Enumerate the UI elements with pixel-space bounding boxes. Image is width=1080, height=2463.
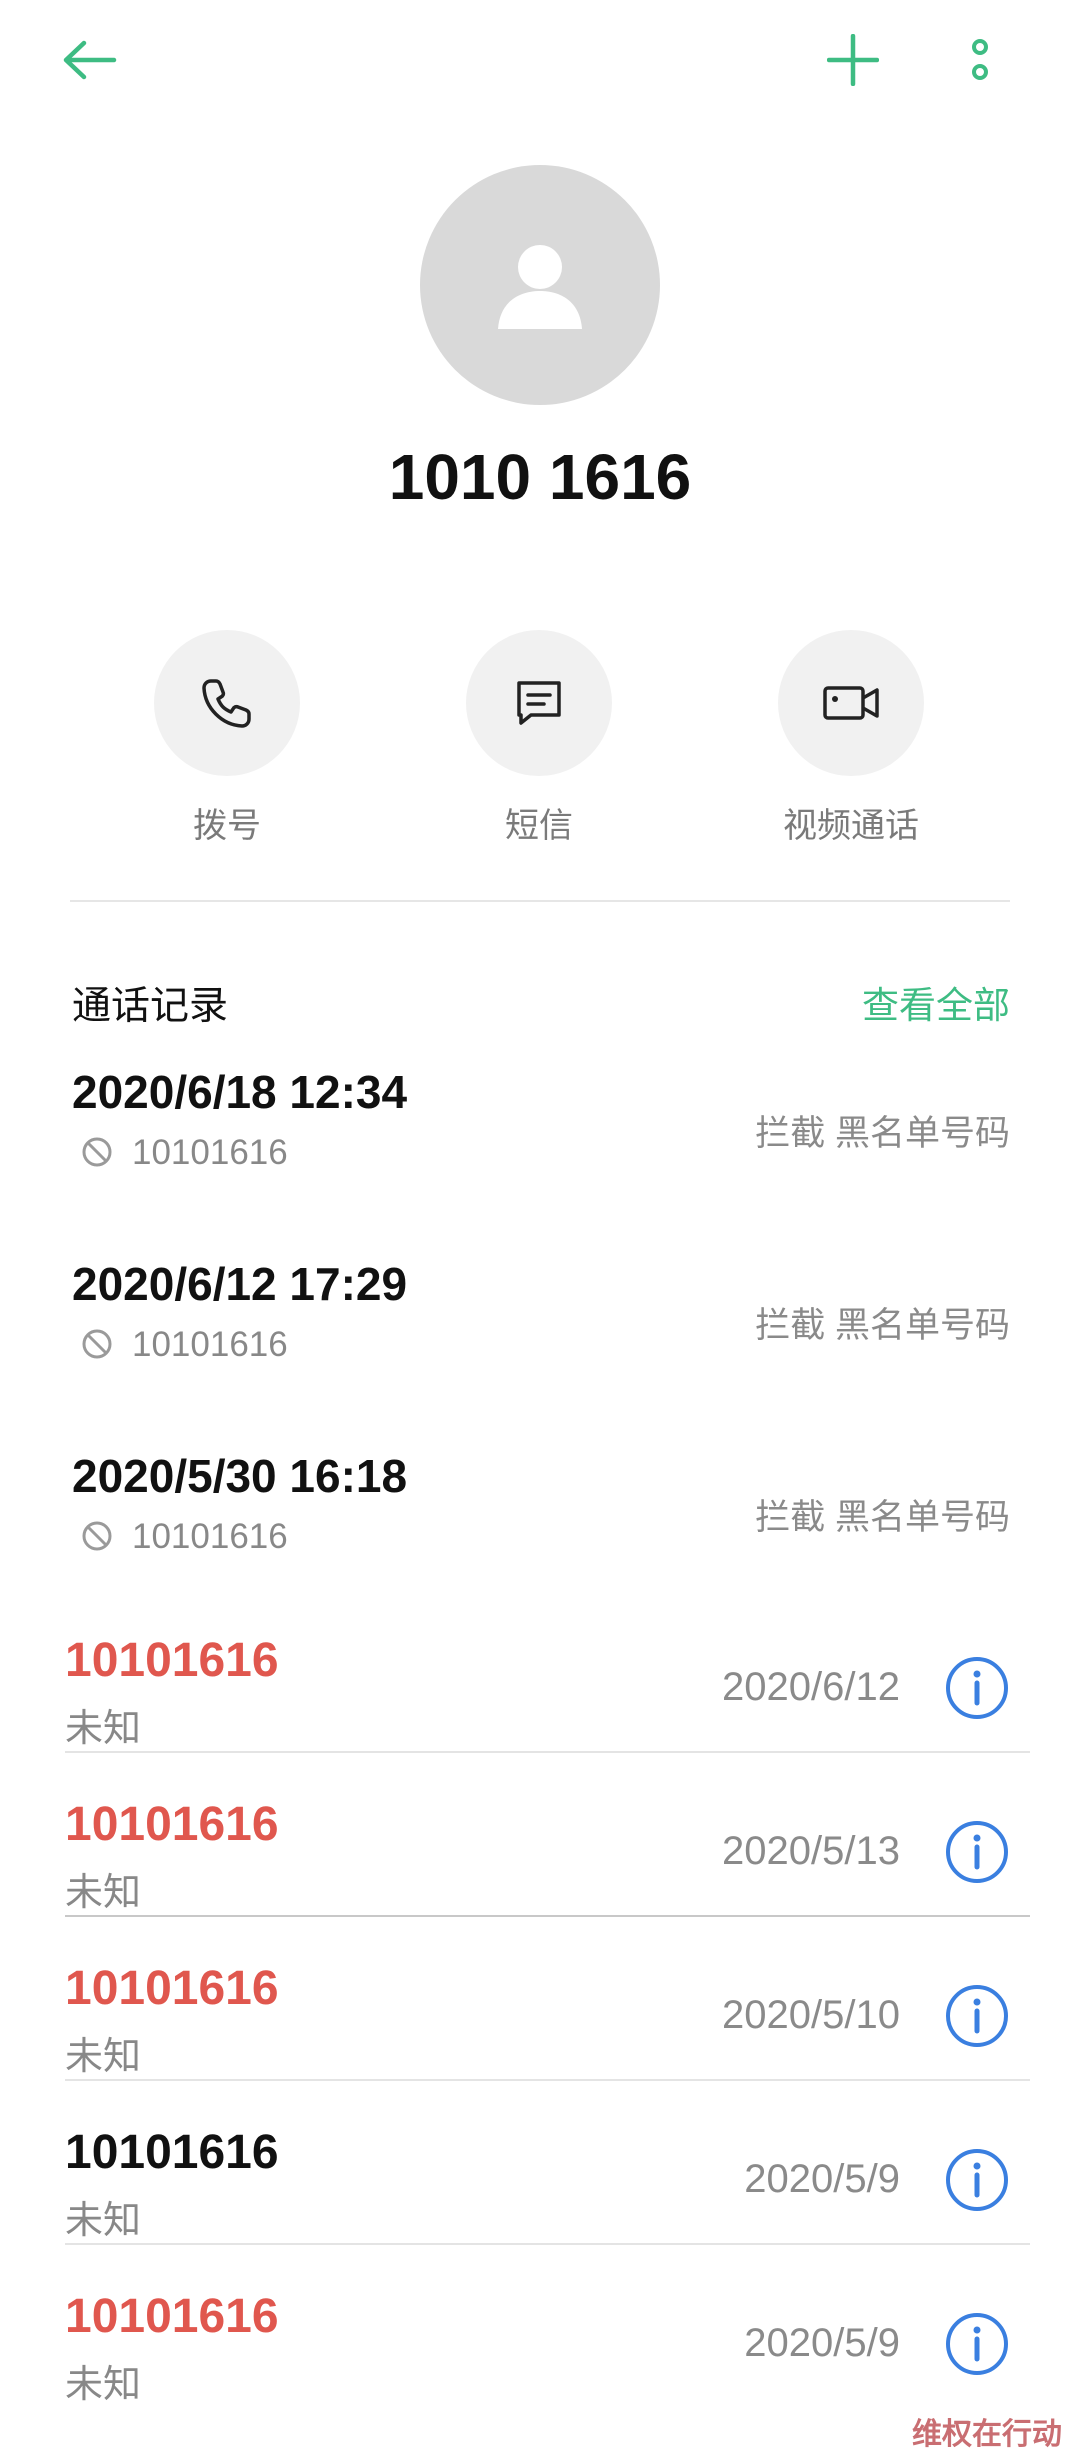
- avatar: [420, 165, 660, 405]
- history-location: 未知: [65, 2036, 142, 2078]
- dial-button[interactable]: 拨号: [127, 630, 327, 847]
- history-number: 10101616: [65, 2290, 279, 2343]
- video-call-label: 视频通话: [783, 807, 919, 845]
- blocked-call-row[interactable]: 2020/6/12 17:29 10101616 拦截 黑名单号码: [0, 1257, 1080, 1377]
- blocked-call-row[interactable]: 2020/6/18 12:34 10101616 拦截 黑名单号码: [0, 1065, 1080, 1185]
- call-number: 10101616: [132, 1325, 288, 1364]
- history-date: 2020/5/13: [722, 1829, 900, 1873]
- person-icon: [498, 245, 582, 329]
- block-tag: 拦截 黑名单号码: [755, 1114, 1010, 1153]
- phone-icon: [202, 679, 251, 728]
- block-tag: 拦截 黑名单号码: [755, 1498, 1010, 1537]
- add-contact-button[interactable]: [815, 25, 890, 95]
- call-time: 2020/6/18 12:34: [72, 1066, 408, 1118]
- video-call-circle: [778, 630, 924, 776]
- row-divider: [65, 2079, 1030, 2081]
- more-options-button[interactable]: [950, 25, 1010, 95]
- sms-button[interactable]: 短信: [439, 630, 639, 847]
- video-call-icon: [823, 686, 879, 720]
- call-history-row[interactable]: 10101616 未知 2020/5/13: [0, 1789, 1080, 1953]
- row-divider: [65, 1751, 1030, 1753]
- dial-circle: [154, 630, 300, 776]
- message-icon: [517, 681, 561, 725]
- row-divider: [65, 2243, 1030, 2245]
- view-all-link[interactable]: 查看全部: [862, 975, 1010, 1029]
- call-history-row[interactable]: 10101616 未知 2020/5/9: [0, 2117, 1080, 2281]
- call-history-row[interactable]: 10101616 未知 2020/5/10: [0, 1953, 1080, 2117]
- section-divider: [70, 900, 1010, 902]
- history-location: 未知: [65, 1708, 142, 1750]
- row-divider: [65, 1915, 1030, 1917]
- sms-label: 短信: [505, 807, 573, 845]
- info-icon[interactable]: [944, 2311, 1010, 2377]
- more-vertical-icon: [972, 39, 988, 80]
- history-location: 未知: [65, 1872, 142, 1914]
- info-icon[interactable]: [944, 1983, 1010, 2049]
- plus-icon: [826, 34, 879, 86]
- blocked-icon: [82, 1137, 112, 1167]
- arrow-left-icon: [63, 40, 117, 80]
- contact-title: 1010 1616: [388, 441, 692, 513]
- call-history-row[interactable]: 10101616 未知 2020/6/12: [0, 1625, 1080, 1789]
- dial-label: 拨号: [193, 807, 261, 845]
- info-icon[interactable]: [944, 1819, 1010, 1885]
- call-number: 10101616: [132, 1517, 288, 1556]
- sms-circle: [466, 630, 612, 776]
- back-button[interactable]: [50, 25, 130, 95]
- history-date: 2020/6/12: [722, 1665, 900, 1709]
- history-number: 10101616: [65, 1798, 279, 1851]
- video-call-button[interactable]: 视频通话: [751, 630, 951, 847]
- call-record-title: 通话记录: [72, 985, 229, 1028]
- blocked-call-row[interactable]: 2020/5/30 16:18 10101616 拦截 黑名单号码: [0, 1449, 1080, 1569]
- history-number: 10101616: [65, 1962, 279, 2015]
- call-number: 10101616: [132, 1133, 288, 1172]
- call-time: 2020/6/12 17:29: [72, 1258, 408, 1310]
- blocked-icon: [82, 1329, 112, 1359]
- info-icon[interactable]: [944, 2147, 1010, 2213]
- history-date: 2020/5/9: [744, 2157, 900, 2201]
- blocked-icon: [82, 1521, 112, 1551]
- history-location: 未知: [65, 2364, 142, 2406]
- history-date: 2020/5/10: [722, 1993, 900, 2037]
- history-location: 未知: [65, 2200, 142, 2242]
- history-number: 10101616: [65, 2126, 279, 2179]
- history-number: 10101616: [65, 1634, 279, 1687]
- watermark: 维权在行动: [906, 2407, 1068, 2455]
- history-date: 2020/5/9: [744, 2321, 900, 2365]
- call-time: 2020/5/30 16:18: [72, 1450, 408, 1502]
- info-icon[interactable]: [944, 1655, 1010, 1721]
- block-tag: 拦截 黑名单号码: [755, 1306, 1010, 1345]
